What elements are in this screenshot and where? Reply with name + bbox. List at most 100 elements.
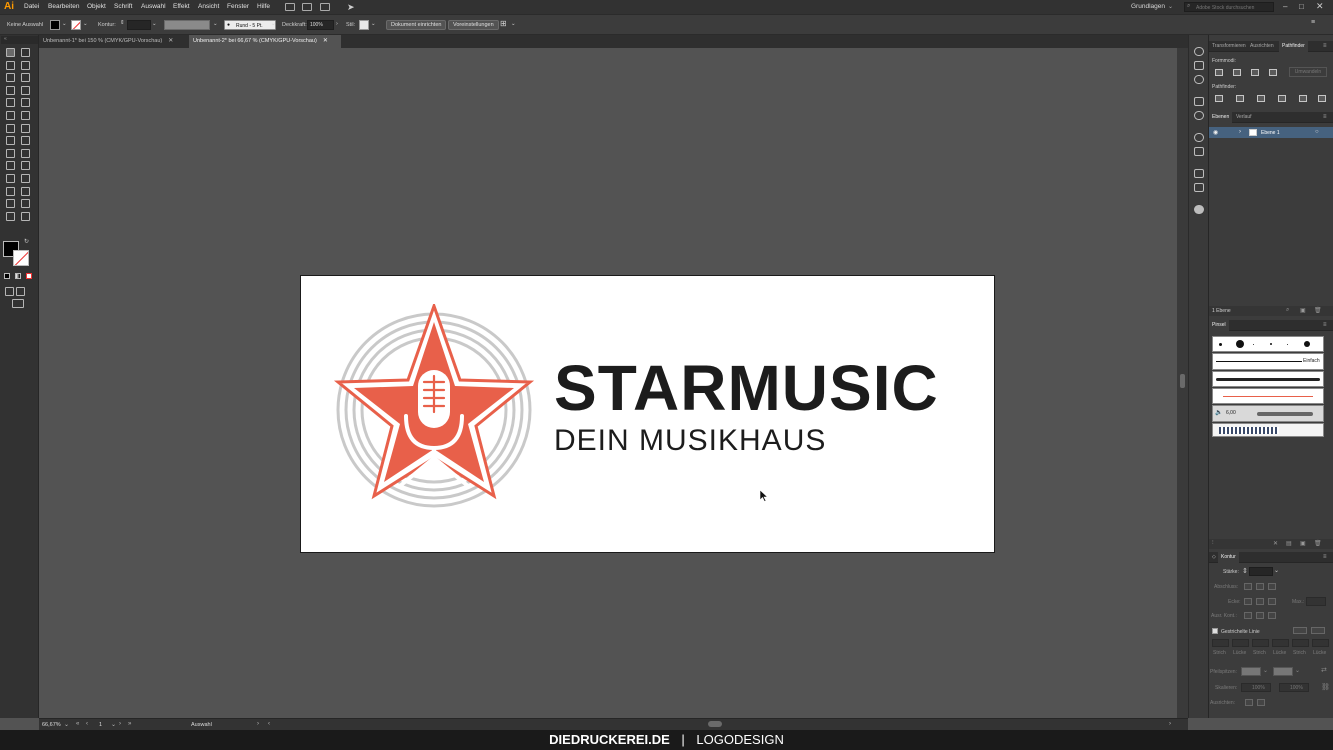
brush-tip-dot[interactable]: [1236, 340, 1244, 348]
workspace-switcher[interactable]: Grundlagen: [1131, 3, 1165, 10]
butt-cap-button[interactable]: [1244, 583, 1252, 590]
new-brush-icon[interactable]: ▣: [1300, 540, 1306, 547]
dash-field[interactable]: [1252, 639, 1269, 647]
brush-tip-dot[interactable]: [1287, 343, 1288, 345]
close-icon[interactable]: ✕: [1316, 1, 1324, 12]
symbol-sprayer-tool-icon[interactable]: [6, 186, 15, 196]
chevron-down-icon[interactable]: ⌄: [213, 21, 218, 27]
menu-hilfe[interactable]: Hilfe: [257, 3, 270, 10]
draw-mode-icon[interactable]: [5, 287, 14, 296]
color-guide-icon[interactable]: [1194, 61, 1204, 70]
menu-datei[interactable]: Datei: [24, 3, 39, 10]
brush-tip-dot[interactable]: [1253, 343, 1254, 345]
panel-menu-icon[interactable]: ≡: [1323, 322, 1327, 328]
panel-menu-icon[interactable]: ≡: [1323, 43, 1327, 49]
stepper-icon[interactable]: ⇕: [120, 20, 125, 26]
first-artboard-icon[interactable]: «: [76, 721, 79, 727]
none-mode-icon[interactable]: [26, 273, 32, 279]
chevron-down-icon[interactable]: ⌄: [152, 21, 157, 27]
unite-button[interactable]: [1215, 69, 1223, 76]
shape-builder-tool-icon[interactable]: [6, 148, 15, 158]
rectangle-tool-icon[interactable]: [6, 98, 15, 108]
menu-auswahl[interactable]: Auswahl: [141, 3, 166, 10]
brush-definition-select[interactable]: ● Rund - 5 Pt.: [224, 20, 276, 30]
remove-stroke-icon[interactable]: ✕: [1273, 540, 1278, 547]
align-inside-button[interactable]: [1256, 612, 1264, 619]
chevron-down-icon[interactable]: ⌄: [64, 721, 69, 728]
document-setup-button[interactable]: Dokument einrichten: [386, 20, 447, 30]
symbols-icon[interactable]: [1194, 111, 1204, 120]
outline-button[interactable]: [1299, 95, 1307, 102]
lasso-tool-icon[interactable]: [21, 60, 30, 70]
swap-colors-icon[interactable]: ↻: [24, 238, 29, 245]
opacity-input[interactable]: 100%: [307, 20, 334, 30]
minus-back-button[interactable]: [1318, 95, 1326, 102]
arrange-documents-icon[interactable]: [320, 3, 330, 11]
shaper-tool-icon[interactable]: [6, 111, 15, 120]
menu-effekt[interactable]: Effekt: [173, 3, 190, 10]
crop-button[interactable]: [1278, 95, 1286, 102]
brush-library-icon[interactable]: ⫶: [1212, 540, 1214, 547]
next-artboard-icon[interactable]: ›: [119, 721, 121, 727]
menu-schrift[interactable]: Schrift: [114, 3, 132, 10]
paintbrush-tool-icon[interactable]: [21, 98, 30, 108]
new-sublayer-icon[interactable]: ▣: [1300, 307, 1306, 314]
stock-icon[interactable]: [302, 3, 312, 11]
menu-bearbeiten[interactable]: Bearbeiten: [48, 3, 79, 10]
menu-objekt[interactable]: Objekt: [87, 3, 106, 10]
merge-button[interactable]: [1257, 95, 1265, 102]
start-arrowhead-select[interactable]: [1241, 667, 1261, 676]
end-scale-field[interactable]: 100%: [1279, 683, 1309, 692]
gap-field[interactable]: [1232, 639, 1249, 647]
stroke-swatch-large[interactable]: [13, 250, 29, 266]
export-icon[interactable]: [1194, 169, 1204, 178]
dash-exact-button[interactable]: [1293, 627, 1307, 634]
fill-color-swatch[interactable]: [50, 20, 60, 30]
charcoal-brush-row[interactable]: [1212, 371, 1324, 387]
panel-menu-icon[interactable]: ≡: [1311, 19, 1315, 26]
target-icon[interactable]: ○: [1315, 129, 1319, 135]
blend-tool-icon[interactable]: [21, 174, 30, 183]
links-icon[interactable]: [1194, 147, 1204, 156]
maximize-icon[interactable]: □: [1299, 2, 1304, 11]
visibility-eye-icon[interactable]: ◉: [1213, 129, 1218, 136]
dash-adjust-button[interactable]: [1311, 627, 1325, 634]
minimize-icon[interactable]: –: [1283, 2, 1287, 11]
chevron-down-icon[interactable]: ⌄: [271, 21, 276, 27]
expand-button[interactable]: Umwandeln: [1289, 67, 1327, 77]
close-tab-icon[interactable]: ✕: [323, 38, 328, 44]
magic-wand-tool-icon[interactable]: [6, 60, 15, 70]
brush-size-row[interactable]: 🔈 6,00: [1212, 405, 1324, 422]
locate-object-icon[interactable]: ⌕: [1286, 307, 1289, 314]
chevron-down-icon[interactable]: ⌄: [371, 21, 376, 27]
round-cap-button[interactable]: [1256, 583, 1264, 590]
vertical-scrollbar[interactable]: [1177, 48, 1188, 718]
panel-menu-icon[interactable]: ≡: [1323, 554, 1327, 560]
preferences-button[interactable]: Voreinstellungen: [448, 20, 499, 30]
column-graph-tool-icon[interactable]: [21, 186, 30, 196]
zoom-tool-icon[interactable]: [21, 211, 30, 221]
miter-limit-field[interactable]: [1306, 597, 1326, 606]
selection-tool-icon[interactable]: [6, 48, 15, 57]
send-icon[interactable]: ➤: [347, 2, 355, 13]
tab-verlauf[interactable]: Verlauf: [1233, 112, 1255, 123]
expand-icon[interactable]: ◇: [1212, 554, 1216, 560]
swatches-icon[interactable]: [1194, 97, 1204, 106]
line-tool-icon[interactable]: [21, 85, 30, 95]
perspective-grid-tool-icon[interactable]: [21, 148, 30, 158]
chevron-down-icon[interactable]: ⌄: [62, 21, 67, 27]
stroke-weight-input[interactable]: [127, 20, 151, 30]
tab-pathfinder[interactable]: Pathfinder: [1279, 41, 1308, 52]
scale-tool-icon[interactable]: [21, 123, 30, 133]
appearance-icon[interactable]: [1194, 75, 1204, 84]
round-join-button[interactable]: [1256, 598, 1264, 605]
chevron-down-icon[interactable]: ⌄: [1168, 3, 1173, 10]
panel-menu-icon[interactable]: ≡: [1323, 114, 1327, 120]
tab-transformieren[interactable]: Transformieren: [1209, 41, 1249, 52]
arrow-tip-beyond-button[interactable]: [1245, 699, 1253, 706]
end-arrowhead-select[interactable]: [1273, 667, 1293, 676]
arrow-brush-row[interactable]: [1212, 388, 1324, 404]
chevron-right-icon[interactable]: ›: [1169, 721, 1171, 727]
graphic-style-swatch[interactable]: [359, 20, 369, 30]
curvature-tool-icon[interactable]: [21, 73, 30, 83]
